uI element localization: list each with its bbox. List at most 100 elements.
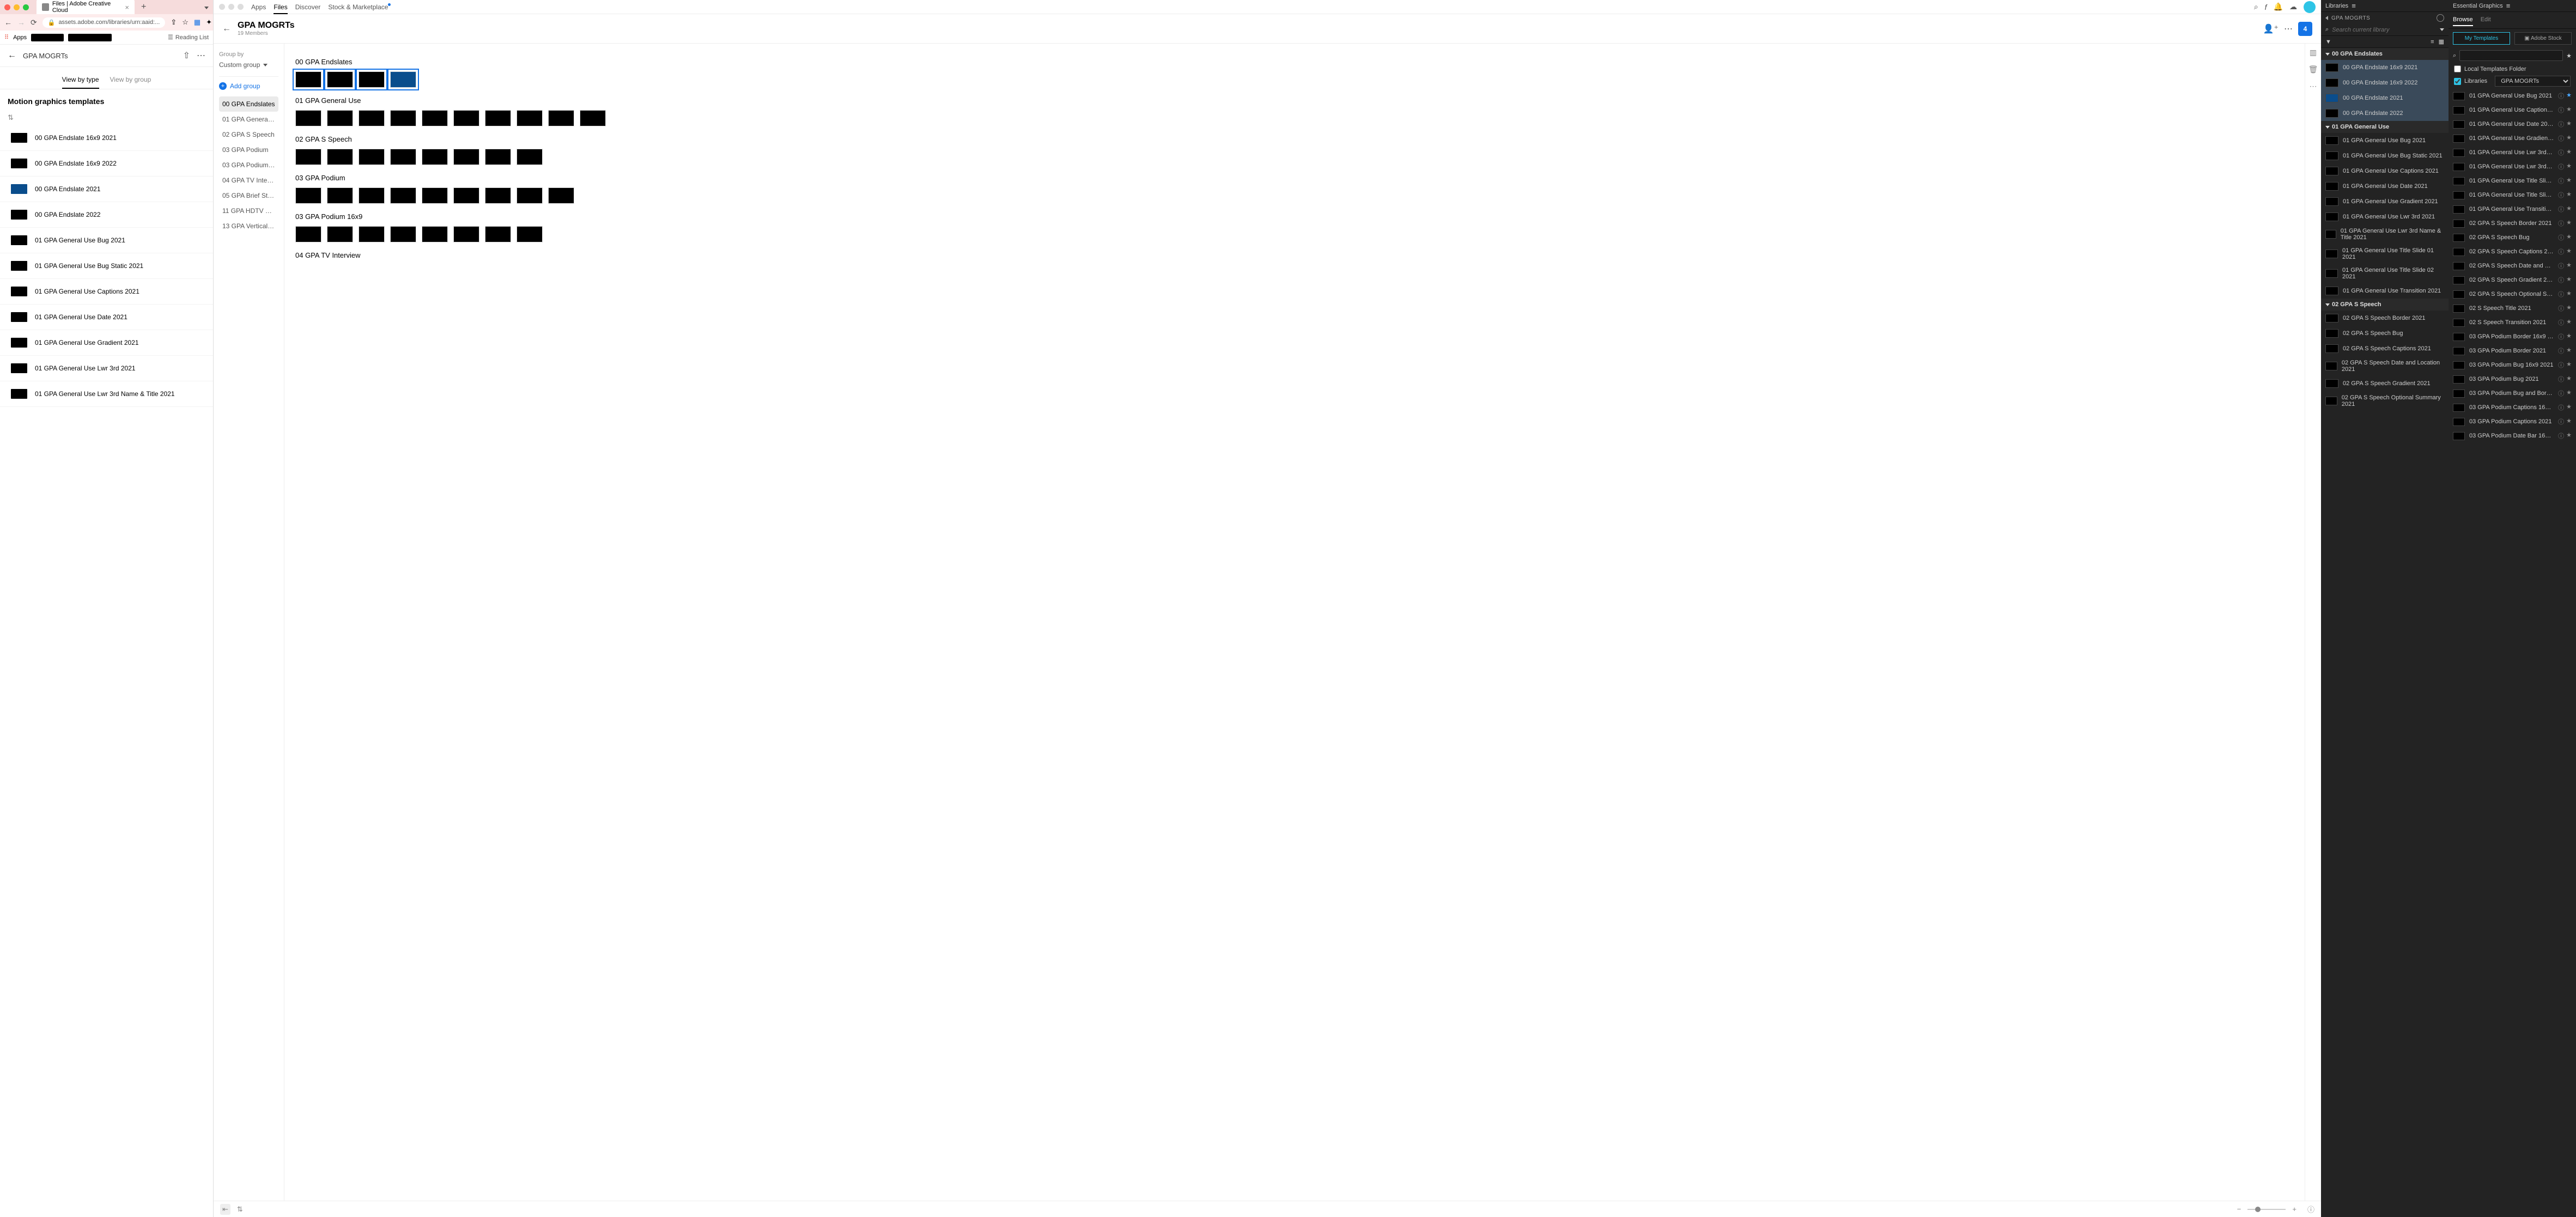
eg-template-item[interactable]: 01 GPA General Use Bug 2021ⓘ★ [2449,89,2576,103]
library-content[interactable]: 00 GPA Endslates01 GPA General Use02 GPA… [284,44,2305,1201]
list-item[interactable]: 01 GPA General Use Date 2021 [0,305,213,330]
cloud-icon[interactable]: ☁ [2289,2,2297,11]
library-item[interactable]: 01 GPA General Use Bug 2021 [2321,133,2449,148]
asset-thumbnail[interactable] [295,71,321,88]
group-item[interactable]: 04 GPA TV Interview [219,173,278,188]
list-item[interactable]: 00 GPA Endslate 16x9 2021 [0,125,213,151]
apps-grid-icon[interactable]: ⠿ [4,34,9,41]
favorite-star-icon[interactable]: ★ [2566,247,2572,256]
library-section-header[interactable]: 00 GPA Endslates [2321,48,2449,60]
library-select[interactable]: GPA MOGRTs [2495,76,2571,87]
subtab-adobe-stock[interactable]: ▣ Adobe Stock [2514,32,2572,45]
info-icon[interactable]: ⓘ [2558,233,2564,242]
favorite-star-icon[interactable]: ★ [2566,233,2572,242]
library-section-header[interactable]: 01 GPA General Use [2321,121,2449,133]
asset-thumbnail[interactable] [327,187,353,204]
asset-thumbnail[interactable] [422,226,448,242]
info-icon[interactable]: ⓘ [2558,431,2564,440]
subtab-my-templates[interactable]: My Templates [2453,32,2510,45]
library-item[interactable]: 00 GPA Endslate 2021 [2321,90,2449,106]
info-icon[interactable]: ⓘ [2558,92,2564,100]
asset-thumbnail[interactable] [485,110,511,126]
list-item[interactable]: 00 GPA Endslate 16x9 2022 [0,151,213,177]
nav-stock[interactable]: Stock & Marketplace [328,3,391,11]
library-items-list[interactable]: 00 GPA Endslates00 GPA Endslate 16x9 202… [2321,48,2449,1217]
info-icon[interactable]: ⓘ [2307,1204,2314,1214]
trash-icon[interactable]: 🗑 [2308,65,2318,74]
local-folder-check-input[interactable] [2454,65,2461,72]
eg-template-item[interactable]: 01 GPA General Use Lwr 3rd Name & Title … [2449,160,2576,174]
favorite-star-icon[interactable]: ★ [2566,261,2572,270]
info-icon[interactable]: ⓘ [2558,417,2564,426]
favorite-star-icon[interactable]: ★ [2566,332,2572,341]
info-icon[interactable]: ⓘ [2558,304,2564,313]
add-group-button[interactable]: + Add group [219,82,278,90]
favorite-star-icon[interactable]: ★ [2566,177,2572,185]
back-arrow-icon[interactable]: ← [8,51,16,60]
templates-list[interactable]: 00 GPA Endslate 16x9 202100 GPA Endslate… [0,125,213,1217]
library-item[interactable]: 01 GPA General Use Bug Static 2021 [2321,148,2449,163]
asset-thumbnail[interactable] [453,187,479,204]
favorites-filter-icon[interactable]: ★ [2566,52,2572,59]
minimize-window-icon[interactable] [14,4,20,10]
eg-template-item[interactable]: 03 GPA Podium Border 16x9 2021ⓘ★ [2449,330,2576,344]
list-item[interactable]: 01 GPA General Use Lwr 3rd 2021 [0,356,213,381]
favorite-star-icon[interactable]: ★ [2566,346,2572,355]
asset-thumbnail[interactable] [390,187,416,204]
favorite-star-icon[interactable]: ★ [2566,417,2572,426]
eg-template-item[interactable]: 02 GPA S Speech Border 2021ⓘ★ [2449,216,2576,230]
libraries-checkbox[interactable]: Libraries GPA MOGRTs [2454,76,2571,87]
library-item[interactable]: 00 GPA Endslate 16x9 2021 [2321,60,2449,75]
asset-thumbnail[interactable] [390,71,416,88]
eg-template-item[interactable]: 02 GPA S Speech Date and Location 2021ⓘ★ [2449,259,2576,273]
asset-thumbnail[interactable] [359,226,385,242]
asset-thumbnail[interactable] [453,110,479,126]
favorite-star-icon[interactable]: ★ [2566,389,2572,398]
search-scope-dropdown-icon[interactable] [2440,28,2444,31]
library-item[interactable]: 01 GPA General Use Lwr 3rd Name & Title … [2321,224,2449,244]
sort-toggle-icon[interactable]: ⇅ [237,1205,243,1214]
eg-template-item[interactable]: 01 GPA General Use Date 2021ⓘ★ [2449,117,2576,131]
eg-template-item[interactable]: 03 GPA Podium Border 2021ⓘ★ [2449,344,2576,358]
info-icon[interactable]: ⓘ [2558,375,2564,384]
favorite-star-icon[interactable]: ★ [2566,148,2572,157]
asset-thumbnail[interactable] [548,110,574,126]
group-item[interactable]: 03 GPA Podium [219,142,278,157]
bookmark-star-icon[interactable]: ☆ [182,18,189,27]
zoom-thumb[interactable] [2255,1207,2261,1212]
info-icon[interactable]: ⓘ [2558,247,2564,256]
asset-thumbnail[interactable] [517,149,543,165]
dot-icon[interactable] [228,4,234,10]
asset-thumbnail[interactable] [517,226,543,242]
group-item[interactable]: 13 GPA Vertical 9x16 [219,218,278,234]
filter-icon[interactable]: ▼ [2325,39,2331,45]
eg-template-item[interactable]: 03 GPA Podium Date Bar 16x9 2021ⓘ★ [2449,429,2576,443]
more-options-icon[interactable]: ⋯ [197,50,205,61]
library-section-header[interactable]: 02 GPA S Speech [2321,299,2449,311]
favorite-star-icon[interactable]: ★ [2566,120,2572,129]
asset-thumbnail[interactable] [327,110,353,126]
eg-template-item[interactable]: 03 GPA Podium Captions 16x9 2021ⓘ★ [2449,400,2576,415]
list-item[interactable]: 00 GPA Endslate 2022 [0,202,213,228]
info-icon[interactable]: ⓘ [2558,219,2564,228]
more-rail-icon[interactable]: ⋯ [2310,82,2317,91]
library-item[interactable]: 02 GPA S Speech Bug [2321,326,2449,341]
browser-tab[interactable]: Files | Adobe Creative Cloud × [37,0,135,16]
asset-thumbnail[interactable] [485,226,511,242]
eg-template-item[interactable]: 01 GPA General Use Transition 2021ⓘ★ [2449,202,2576,216]
tab-edit[interactable]: Edit [2481,14,2491,26]
back-button[interactable]: ← [4,18,12,27]
library-item[interactable]: 00 GPA Endslate 2022 [2321,106,2449,121]
search-icon[interactable]: ⌕ [2254,2,2258,11]
group-by-select[interactable]: Custom group [219,61,278,69]
eg-template-item[interactable]: 01 GPA General Use Captions 2021ⓘ★ [2449,103,2576,117]
add-user-icon[interactable]: 👤⁺ [2263,23,2279,34]
library-item[interactable]: 00 GPA Endslate 16x9 2022 [2321,75,2449,90]
info-icon[interactable]: ⓘ [2558,403,2564,412]
favorite-star-icon[interactable]: ★ [2566,318,2572,327]
favorite-star-icon[interactable]: ★ [2566,92,2572,100]
info-icon[interactable]: ⓘ [2558,318,2564,327]
info-icon[interactable]: ⓘ [2558,389,2564,398]
list-item[interactable]: 00 GPA Endslate 2021 [0,177,213,202]
group-item[interactable]: 11 GPA HDTV General Use 1... [219,203,278,218]
